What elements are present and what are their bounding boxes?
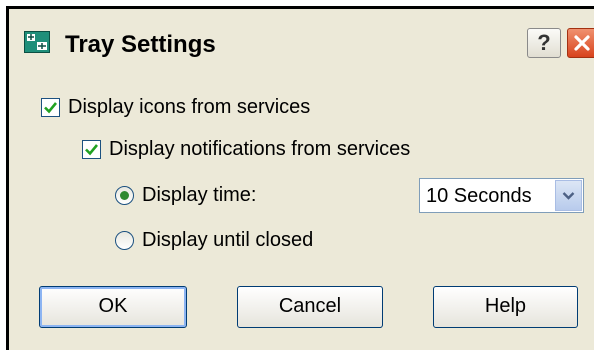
dialog-body: Display icons from services Display noti… <box>9 76 594 350</box>
ok-button[interactable]: OK <box>39 286 187 328</box>
display-icons-option[interactable]: Display icons from services <box>41 92 310 122</box>
check-icon <box>85 143 99 155</box>
radio-selected-dot <box>120 190 129 200</box>
display-notifications-label: Display notifications from services <box>109 137 411 160</box>
display-until-closed-option[interactable]: Display until closed <box>115 225 313 255</box>
close-icon <box>574 35 590 51</box>
help-button[interactable]: Help <box>433 286 578 328</box>
check-icon <box>44 101 58 113</box>
display-notifications-option[interactable]: Display notifications from services <box>82 134 410 164</box>
display-time-select[interactable]: 10 Seconds <box>419 178 584 213</box>
title-bar[interactable]: Tray Settings ? <box>9 9 594 76</box>
question-mark-icon: ? <box>537 30 551 55</box>
display-notifications-checkbox[interactable] <box>82 139 101 159</box>
display-until-closed-radio[interactable] <box>115 230 134 250</box>
display-until-closed-label: Display until closed <box>142 228 314 251</box>
cancel-button[interactable]: Cancel <box>237 286 383 328</box>
chevron-down-icon <box>562 192 575 200</box>
close-button[interactable] <box>567 28 594 58</box>
help-title-button[interactable]: ? <box>527 28 561 58</box>
display-icons-label: Display icons from services <box>68 95 311 118</box>
display-time-radio[interactable] <box>115 185 134 205</box>
display-time-dropdown-button[interactable] <box>555 180 582 211</box>
display-time-option[interactable]: Display time: <box>115 180 256 210</box>
tray-app-icon <box>24 31 50 53</box>
display-icons-checkbox[interactable] <box>41 97 60 117</box>
tray-settings-dialog: Tray Settings ? Display icons from servi… <box>6 6 594 350</box>
display-time-label: Display time: <box>142 183 257 206</box>
display-time-value: 10 Seconds <box>426 185 532 207</box>
window-title: Tray Settings <box>65 31 216 58</box>
